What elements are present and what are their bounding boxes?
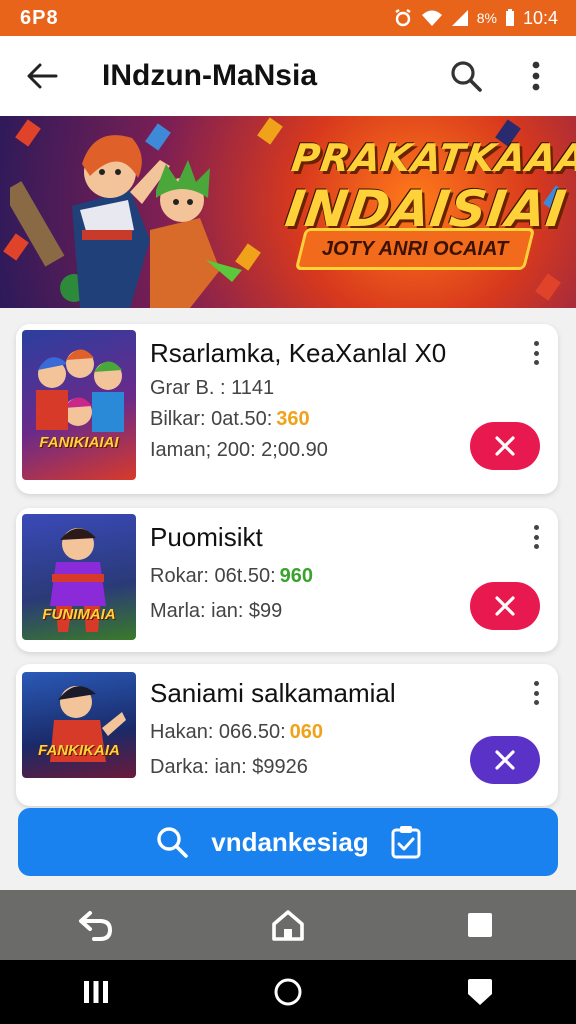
game-thumbnail: FUNIMAIA xyxy=(22,514,136,640)
search-icon xyxy=(157,827,189,858)
app-bar: INdzun-MaNsia xyxy=(0,36,576,116)
arrow-left-icon xyxy=(27,63,58,89)
card-more-icon[interactable] xyxy=(524,522,548,552)
remove-button[interactable] xyxy=(470,736,540,784)
overflow-menu-button[interactable] xyxy=(512,52,560,100)
card-more-icon[interactable] xyxy=(524,678,548,708)
alarm-icon xyxy=(393,8,413,28)
square-icon xyxy=(468,913,492,937)
remove-button[interactable] xyxy=(470,422,540,470)
hero-characters-illustration xyxy=(10,135,242,308)
home-nav-button[interactable] xyxy=(258,900,318,950)
price-accent: 060 xyxy=(289,721,324,743)
system-navigation-bar xyxy=(0,960,576,1024)
wifi-icon xyxy=(421,9,443,27)
card-more-icon[interactable] xyxy=(524,338,548,368)
back-system-button[interactable] xyxy=(450,967,510,1017)
game-title: Rsarlamka, KeaXanlal X0 xyxy=(150,338,447,368)
close-icon xyxy=(495,750,515,770)
undo-icon xyxy=(79,911,113,941)
home-system-button[interactable] xyxy=(258,967,318,1017)
status-left-text: 6P8 xyxy=(20,6,59,29)
game-price-line: Rokar: 06t.50: 960 xyxy=(150,565,313,587)
back-button[interactable] xyxy=(20,54,64,98)
app-navigation-bar xyxy=(0,890,576,960)
game-thumbnail: FANIKIAIAI xyxy=(22,330,136,480)
search-button[interactable] xyxy=(442,52,490,100)
game-sale-line: Marla: ian: $99 xyxy=(150,600,283,622)
game-thumbnail: FANKIKAIA xyxy=(22,672,136,778)
banner-title-line1: PRAKATKAAA xyxy=(288,136,576,180)
banner-subtitle: JOTY ANRI OCAIAT xyxy=(321,237,509,260)
thumbnail-label: FUNIMAIA xyxy=(42,606,116,623)
price-accent: 360 xyxy=(276,408,310,430)
status-icons: 8% 10:4 xyxy=(393,8,558,29)
game-card[interactable]: FUNIMAIA Puomisikt Rokar: 06t.50: 960 Mar… xyxy=(16,508,558,652)
banner-subtitle-pill: JOTY ANRI OCAIAT xyxy=(294,228,536,270)
game-title: Saniami salkamamial xyxy=(150,678,396,708)
game-card[interactable]: FANKIKAIA Saniami salkamamial Hakan: 066… xyxy=(16,664,558,806)
game-price-line: Hakan: 066.50: 060 xyxy=(150,721,324,743)
battery-text: 8% xyxy=(476,10,497,26)
close-icon xyxy=(495,436,515,456)
recents-system-button[interactable] xyxy=(66,967,126,1017)
price-accent: 960 xyxy=(279,565,313,587)
game-price-line: Bilkar: 0at.50: 360 xyxy=(150,408,310,430)
thumbnail-label: FANIKIAIAI xyxy=(39,434,119,451)
search-cta-label: vndankesiag xyxy=(211,826,369,857)
search-cta-button[interactable]: vndankesiag xyxy=(18,808,558,876)
recents-lines-icon xyxy=(84,981,108,1003)
game-meta: Grar B. : 1141 xyxy=(150,377,275,399)
circle-home-icon xyxy=(274,978,302,1006)
game-sale-line: Iaman; 200: 2;00.90 xyxy=(150,439,328,461)
recents-nav-button[interactable] xyxy=(450,900,510,950)
battery-icon xyxy=(505,9,515,27)
status-time: 10:4 xyxy=(522,7,558,28)
remove-button[interactable] xyxy=(470,582,540,630)
status-bar: 6P8 8% 10:4 xyxy=(0,0,576,36)
search-icon xyxy=(451,61,482,92)
home-icon xyxy=(272,910,304,941)
game-title: Puomisikt xyxy=(150,522,263,552)
game-sale-line: Darka: ian: $9926 xyxy=(150,756,308,778)
game-card[interactable]: FANIKIAIAI Rsarlamka, KeaXanlal X0 Grar … xyxy=(16,324,558,494)
shield-back-icon xyxy=(468,979,492,1005)
more-vert-icon xyxy=(532,61,540,91)
signal-icon xyxy=(451,9,469,27)
page-title: INdzun-MaNsia xyxy=(102,59,318,92)
close-icon xyxy=(495,596,515,616)
back-nav-button[interactable] xyxy=(66,900,126,950)
promo-banner[interactable]: PRAKATKAAA INDAISIAI JOTY ANRI OCAIAT xyxy=(0,116,576,308)
thumbnail-label: FANKIKAIA xyxy=(38,742,120,759)
clipboard-check-icon xyxy=(391,826,421,859)
